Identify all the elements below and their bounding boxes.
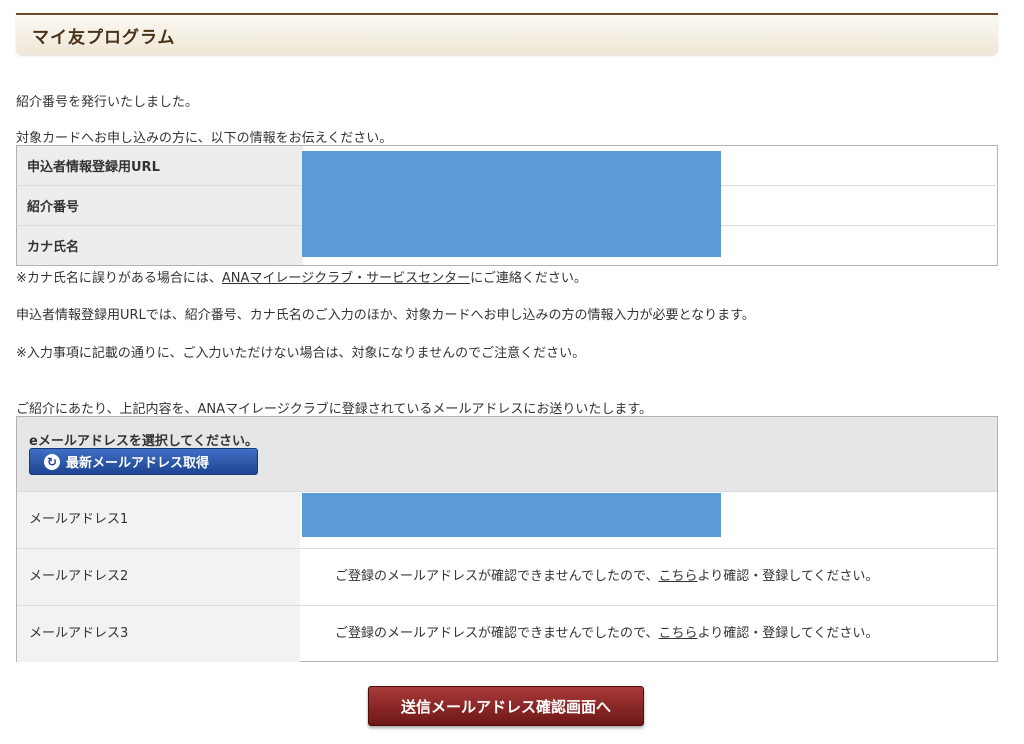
redacted-email-1: [302, 493, 721, 537]
email-row-3: メールアドレス3 ご登録のメールアドレスが確認できませんでしたので、こちらより確…: [17, 605, 997, 662]
refresh-email-button[interactable]: ↻ 最新メールアドレス取得: [29, 448, 258, 475]
refresh-email-label: 最新メールアドレス取得: [66, 456, 210, 471]
email-3-register-link[interactable]: こちら: [658, 626, 697, 641]
email-2-label: メールアドレス2: [17, 549, 300, 605]
kana-note-prefix: ※カナ氏名に誤りがある場合には、: [16, 271, 222, 286]
service-center-link[interactable]: ANAマイレージクラブ・サービスセンター: [222, 271, 470, 286]
email-1-label: メールアドレス1: [17, 492, 300, 548]
url-note: 申込者情報登録用URLでは、紹介番号、カナ氏名のご入力のほか、対象カードへお申し…: [16, 308, 755, 323]
kana-note-suffix: にご連絡ください。: [470, 271, 587, 286]
email-3-message: ご登録のメールアドレスが確認できませんでしたので、こちらより確認・登録してくださ…: [335, 606, 878, 662]
email-2-message-suffix: より確認・登録してください。: [697, 569, 879, 584]
issued-message: 紹介番号を発行いたしました。: [16, 95, 199, 110]
page-title: マイ友プログラム: [32, 28, 176, 48]
page-header: マイ友プログラム: [16, 13, 998, 55]
email-selection-box: eメールアドレスを選択してください。 ↻ 最新メールアドレス取得 メールアドレス…: [16, 416, 998, 662]
send-intro: ご紹介にあたり、上記内容を、ANAマイレージクラブに登録されているメールアドレス…: [16, 402, 653, 417]
referral-number-label: 紹介番号: [16, 185, 303, 226]
email-3-message-suffix: より確認・登録してください。: [697, 626, 879, 641]
submit-button-label: 送信メールアドレス確認画面へ: [400, 697, 611, 716]
url-label: 申込者情報登録用URL: [16, 145, 303, 186]
input-warning: ※入力事項に記載の通りに、ご入力いただけない場合は、対象になりませんのでご注意く…: [16, 346, 586, 361]
email-2-message: ご登録のメールアドレスが確認できませんでしたので、こちらより確認・登録してくださ…: [335, 549, 878, 605]
email-2-message-prefix: ご登録のメールアドレスが確認できませんでしたので、: [335, 569, 659, 584]
instruction-message: 対象カードへお申し込みの方に、以下の情報をお伝えください。: [16, 131, 393, 146]
refresh-icon: ↻: [44, 453, 60, 470]
email-3-label: メールアドレス3: [17, 606, 300, 662]
email-selection-header: eメールアドレスを選択してください。 ↻ 最新メールアドレス取得: [17, 417, 997, 491]
submit-email-confirm-button[interactable]: 送信メールアドレス確認画面へ: [368, 686, 644, 726]
email-row-2: メールアドレス2 ご登録のメールアドレスが確認できませんでしたので、こちらより確…: [17, 548, 997, 605]
redacted-info-block: [302, 151, 721, 257]
kana-name-label: カナ氏名: [16, 225, 303, 266]
email-select-label: eメールアドレスを選択してください。: [29, 434, 259, 449]
kana-correction-note: ※カナ氏名に誤りがある場合には、ANAマイレージクラブ・サービスセンターにご連絡…: [16, 267, 587, 286]
email-2-register-link[interactable]: こちら: [658, 569, 697, 584]
email-3-message-prefix: ご登録のメールアドレスが確認できませんでしたので、: [335, 626, 659, 641]
